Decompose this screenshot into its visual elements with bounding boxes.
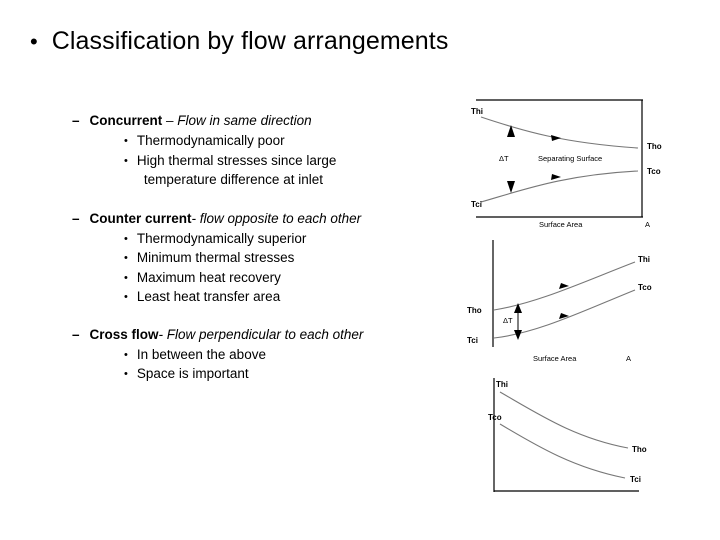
label-cold-outlet: Tco [647, 167, 661, 176]
heading-term: Cross flow [89, 326, 159, 342]
round-bullet-icon: • [124, 271, 128, 284]
label-x-axis-symbol: A [645, 220, 650, 229]
title-text: Classification by flow arrangements [51, 27, 449, 55]
list-item-label: Least heat transfer area [136, 288, 281, 304]
list-item-label: Maximum heat recovery [136, 269, 281, 285]
outline-group-concurrent: – Concurrent – Flow in same direction • … [72, 112, 462, 189]
figure-cross-flow: Thi Tco Tho Tci [480, 370, 660, 500]
list-item-label: Thermodynamically superior [136, 231, 307, 247]
list-item: • Space is important [124, 364, 462, 383]
label-cold-inlet: Tci [471, 200, 482, 209]
cold-fluid-curve [499, 423, 626, 479]
label-x-axis: Surface Area [539, 220, 583, 229]
label-delta-t: ΔT [499, 154, 509, 163]
outline-heading-cross-flow: – Cross flow- Flow perpendicular to each… [72, 326, 462, 344]
round-bullet-icon: • [124, 154, 128, 167]
delta-t-arrow-up-icon [507, 181, 515, 193]
round-bullet-icon: • [124, 368, 128, 381]
list-item: • Maximum heat recovery [124, 268, 462, 287]
dash-bullet-icon: – [72, 210, 80, 226]
list-item-label-continued: temperature difference at inlet [143, 171, 323, 187]
round-bullet-icon: • [124, 349, 128, 362]
label-x-axis: Surface Area [533, 354, 577, 363]
heading-description: - flow opposite to each other [191, 210, 362, 226]
title-bullet-icon: • [30, 29, 38, 54]
heading-term: Concurrent [89, 113, 163, 128]
heading-description: – Flow in same direction [162, 113, 312, 128]
label-cold-inlet: Tci [467, 336, 478, 345]
label-hot-inlet: Thi [496, 380, 508, 389]
list-item: • In between the above [124, 345, 462, 364]
label-cold-inlet: Tci [630, 475, 641, 484]
label-delta-t: ΔT [503, 316, 513, 325]
round-bullet-icon: • [124, 135, 128, 148]
outline-heading-counter-current: – Counter current- flow opposite to each… [72, 210, 462, 228]
cold-fluid-curve [480, 170, 639, 203]
list-item: • Thermodynamically superior [124, 229, 462, 248]
page-title: • Classification by flow arrangements [30, 27, 590, 56]
figure-parallel-flow: Thi Tci Tho Tco ΔT Separating Surface Su… [463, 95, 663, 230]
label-hot-outlet: Tho [632, 445, 647, 454]
list-item-label: High thermal stresses since large [136, 152, 337, 168]
label-x-axis-symbol: A [626, 354, 631, 363]
hot-fluid-curve [499, 391, 629, 449]
dash-bullet-icon: – [72, 326, 80, 342]
outline-group-counter-current: – Counter current- flow opposite to each… [72, 210, 462, 306]
list-item: • High thermal stresses since large tempe… [124, 151, 462, 189]
label-hot-outlet: Tho [647, 142, 662, 151]
round-bullet-icon: • [124, 252, 128, 265]
list-item-label: Space is important [136, 366, 249, 382]
label-separating-surface: Separating Surface [538, 154, 602, 163]
label-hot-inlet: Thi [638, 255, 650, 264]
counter-flow-chart: Tho Tci Thi Tco ΔT Surface Area A [467, 240, 652, 363]
outline-group-cross-flow: – Cross flow- Flow perpendicular to each… [72, 326, 462, 384]
cold-flow-arrow-icon [551, 174, 561, 180]
outline-body: – Concurrent – Flow in same direction • … [72, 112, 462, 404]
heading-description: - Flow perpendicular to each other [158, 326, 364, 342]
figure-counter-flow: Tho Tci Thi Tco ΔT Surface Area A [463, 237, 668, 367]
dash-bullet-icon: – [72, 113, 80, 128]
label-hot-inlet: Thi [471, 107, 483, 116]
label-cold-outlet: Tco [638, 283, 652, 292]
round-bullet-icon: • [124, 290, 128, 303]
delta-t-arrow-down-icon [514, 330, 522, 340]
list-item-label: Minimum thermal stresses [136, 250, 295, 266]
round-bullet-icon: • [124, 233, 128, 246]
parallel-flow-chart: Thi Tci Tho Tco ΔT Separating Surface Su… [471, 99, 662, 229]
hot-flow-arrow-icon [551, 135, 561, 141]
cross-flow-chart: Thi Tco Tho Tci [488, 378, 647, 492]
outline-heading-concurrent: – Concurrent – Flow in same direction [72, 112, 462, 130]
list-item-label: In between the above [136, 347, 266, 363]
list-item: • Thermodynamically poor [124, 131, 462, 150]
list-item: • Least heat transfer area [124, 287, 462, 306]
list-item-label: Thermodynamically poor [136, 133, 285, 149]
label-cold-outlet: Tco [488, 413, 502, 422]
hot-fluid-curve [480, 116, 639, 149]
heading-term: Counter current [89, 210, 192, 226]
list-item: • Minimum thermal stresses [124, 248, 462, 267]
label-hot-outlet: Tho [467, 306, 482, 315]
